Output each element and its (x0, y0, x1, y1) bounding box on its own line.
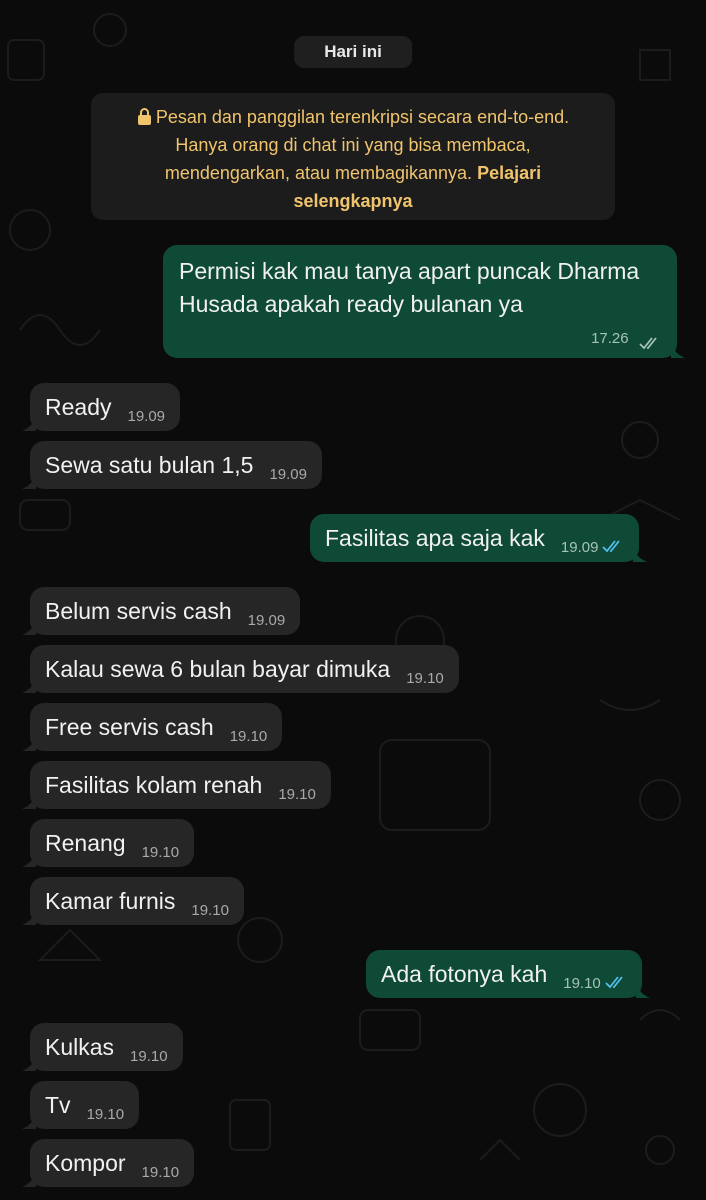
bubble-tail (22, 853, 36, 867)
message-time: 19.09 (127, 408, 166, 425)
message-text: Belum servis cash (45, 598, 232, 624)
lock-icon (137, 108, 151, 125)
message-incoming[interactable]: Tv 19.10 (22, 1081, 140, 1129)
message-time: 19.09 (560, 539, 599, 556)
message-text: Renang (45, 830, 126, 856)
bubble-tail (22, 795, 36, 809)
message-text: Fasilitas kolam renah (45, 772, 263, 798)
bubble-tail (22, 911, 36, 925)
bubble-tail (633, 548, 648, 562)
date-chip: Hari ini (294, 36, 412, 68)
message-time: 19.10 (229, 728, 268, 745)
message-incoming[interactable]: Fasilitas kolam renah 19.10 (22, 761, 331, 809)
message-incoming[interactable]: Free servis cash 19.10 (22, 703, 283, 751)
bubble-tail (22, 737, 36, 751)
double-check-icon (605, 976, 623, 989)
message-text: Permisi kak mau tanya apart puncak Dharm… (179, 258, 640, 317)
message-time: 19.10 (86, 1106, 125, 1123)
message-text: Fasilitas apa saja kak (325, 525, 545, 551)
message-text: Kalau sewa 6 bulan bayar dimuka (45, 656, 391, 682)
bubble-tail (635, 984, 650, 998)
message-incoming[interactable]: Ready 19.09 (22, 383, 181, 431)
message-time: 19.10 (141, 844, 180, 861)
bubble-tail (22, 1115, 36, 1129)
message-incoming[interactable]: Kalau sewa 6 bulan bayar dimuka 19.10 (22, 645, 459, 693)
bubble-tail (671, 344, 685, 358)
message-meta: 17.26 (591, 325, 661, 350)
message-time: 17.26 (591, 330, 629, 347)
bubble-tail (22, 417, 36, 431)
message-outgoing[interactable]: Ada fotonya kah 19.10 (366, 950, 650, 998)
message-time: 19.10 (141, 1164, 180, 1181)
message-incoming[interactable]: Sewa satu bulan 1,5 19.09 (22, 441, 322, 489)
message-text: Kulkas (45, 1034, 115, 1060)
message-text: Kamar furnis (45, 888, 176, 914)
chat-area: Hari ini Pesan dan panggilan terenkripsi… (0, 0, 706, 1200)
bubble-tail (22, 621, 36, 635)
bubble-tail (22, 1057, 36, 1071)
message-time: 19.09 (247, 612, 286, 629)
message-text: Sewa satu bulan 1,5 (45, 452, 254, 478)
message-incoming[interactable]: Renang 19.10 (22, 819, 195, 867)
message-text: Ready (45, 394, 112, 420)
double-check-icon (639, 337, 657, 350)
message-text: Free servis cash (45, 714, 214, 740)
message-outgoing[interactable]: Permisi kak mau tanya apart puncak Dharm… (163, 245, 685, 358)
double-check-icon (602, 540, 621, 553)
encryption-notice[interactable]: Pesan dan panggilan terenkripsi secara e… (91, 93, 615, 220)
message-text: Kompor (45, 1150, 126, 1176)
message-time: 19.10 (191, 902, 229, 919)
message-incoming[interactable]: Kamar furnis 19.10 (22, 877, 244, 925)
message-time: 19.10 (406, 670, 444, 687)
message-time: 19.10 (563, 975, 601, 992)
bubble-tail (22, 679, 36, 693)
message-time: 19.09 (269, 466, 307, 483)
message-outgoing[interactable]: Fasilitas apa saja kak 19.09 (310, 514, 648, 562)
message-incoming[interactable]: Belum servis cash 19.09 (22, 587, 301, 635)
message-time: 19.10 (130, 1048, 168, 1065)
message-incoming[interactable]: Kompor 19.10 (22, 1139, 195, 1187)
message-incoming[interactable]: Kulkas 19.10 (22, 1023, 183, 1071)
bubble-tail (22, 1173, 36, 1187)
bubble-tail (22, 475, 36, 489)
message-time: 19.10 (278, 786, 316, 803)
message-text: Ada fotonya kah (381, 961, 548, 987)
message-text: Tv (45, 1092, 71, 1118)
